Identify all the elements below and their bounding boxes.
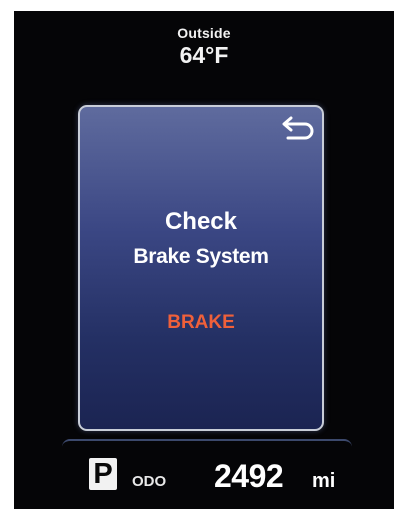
odometer-value: 2492	[214, 458, 284, 494]
brake-warning: BRAKE	[167, 312, 235, 333]
message-title: Check	[164, 208, 238, 235]
message-panel: Check Brake System BRAKE	[78, 105, 324, 431]
outside-label: Outside	[177, 25, 231, 41]
odometer-unit: mi	[312, 470, 336, 492]
outside-temperature-value: 64°F	[179, 42, 229, 68]
divider-arc	[62, 439, 352, 447]
gear-indicator: P	[89, 458, 117, 490]
return-arrow-icon[interactable]	[278, 115, 316, 143]
odometer-label: ODO	[132, 473, 167, 490]
outside-temperature: Outside 64°F	[14, 25, 394, 68]
message-subtitle: Brake System	[133, 245, 269, 268]
instrument-cluster-display: Outside 64°F Check Brake System BRAKE P …	[14, 11, 394, 509]
